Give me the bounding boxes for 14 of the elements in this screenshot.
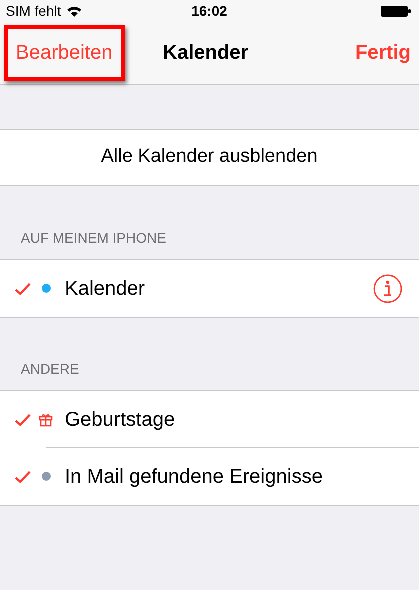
calendar-row[interactable]: Kalender	[0, 260, 419, 317]
battery-icon	[381, 6, 411, 16]
section-header: ANDERE	[21, 360, 80, 379]
clock-text: 16:02	[192, 2, 228, 20]
wifi-icon	[67, 6, 82, 16]
nav-title: Kalender	[163, 41, 249, 66]
calendar-row[interactable]: Geburtstage	[0, 391, 419, 448]
calendar-name: Geburtstage	[65, 408, 176, 432]
calendar-name: Kalender	[65, 276, 146, 302]
section-header: AUF MEINEM IPHONE	[21, 229, 166, 248]
calendar-row[interactable]: In Mail gefundene Ereignisse	[0, 448, 419, 505]
carrier-text: SIM fehlt	[6, 2, 62, 20]
calendar-name: In Mail gefundene Ereignisse	[65, 464, 323, 490]
info-icon[interactable]	[373, 274, 403, 304]
